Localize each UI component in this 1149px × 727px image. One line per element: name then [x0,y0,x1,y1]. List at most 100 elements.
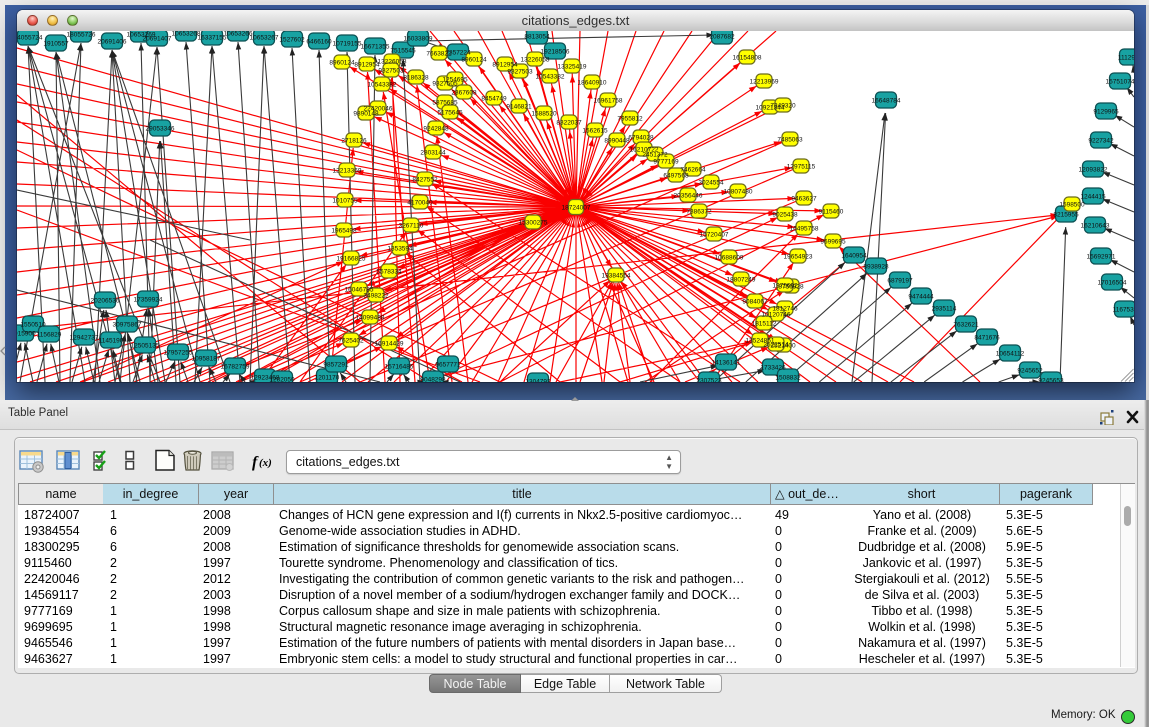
svg-text:8427552: 8427552 [412,177,438,184]
svg-text:1282050: 1282050 [269,377,295,383]
svg-text:16648784: 16648784 [872,98,901,105]
svg-text:18807249: 18807249 [727,277,756,284]
svg-text:1254695: 1254695 [442,77,468,84]
svg-text:1965498: 1965498 [331,228,357,235]
svg-text:1304792: 1304792 [525,379,551,383]
svg-text:9129965: 9129965 [1093,109,1119,116]
svg-text:16210643: 16210643 [1081,223,1110,230]
svg-text:1815112: 1815112 [752,321,777,328]
svg-text:1353594: 1353594 [387,246,413,253]
svg-text:f: f [252,454,259,471]
svg-text:1156829: 1156829 [37,332,62,339]
svg-text:16782759: 16782759 [221,364,250,371]
svg-text:1508832: 1508832 [775,375,801,382]
svg-text:13226058: 13226058 [521,57,550,64]
svg-text:7632621: 7632621 [953,322,979,329]
svg-text:6497568: 6497568 [663,173,689,180]
svg-text:10543382: 10543382 [368,82,397,89]
svg-text:10688609: 10688609 [715,255,744,262]
svg-text:8813054: 8813054 [524,34,550,41]
svg-text:4170040: 4170040 [407,200,433,207]
svg-text:8990448: 8990448 [604,138,630,145]
svg-text:13226058: 13226058 [378,59,407,66]
svg-text:8912954: 8912954 [492,62,518,69]
svg-text:18055726: 18055726 [67,32,96,39]
svg-text:6466160: 6466160 [306,39,332,46]
svg-text:9084067: 9084067 [742,299,768,306]
svg-text:1598500: 1598500 [1059,202,1085,209]
svg-text:20691407: 20691407 [143,36,172,43]
svg-text:8454749: 8454749 [481,96,507,103]
svg-text:3915900: 3915900 [17,331,36,338]
svg-text:1145190: 1145190 [99,338,124,345]
svg-text:2087682: 2087682 [709,34,735,41]
svg-text:6794028: 6794028 [628,135,654,142]
svg-text:8960124: 8960124 [461,57,487,64]
svg-text:9327503: 9327503 [378,68,404,75]
svg-text:30975867: 30975867 [113,322,142,329]
svg-text:19166825: 19166825 [337,256,366,263]
svg-text:9245653: 9245653 [1038,378,1064,383]
svg-text:1640954: 1640954 [841,253,867,260]
svg-text:9115460: 9115460 [819,209,844,216]
svg-text:10653266: 10653266 [224,31,253,38]
svg-text:7386372: 7386372 [686,209,712,216]
svg-text:16033809: 16033809 [404,36,433,43]
svg-text:9699695: 9699695 [820,239,846,246]
svg-text:2522514: 2522514 [763,342,789,349]
svg-text:9327503: 9327503 [507,69,533,76]
svg-text:12213969: 12213969 [750,79,779,86]
svg-text:10719155: 10719155 [333,41,362,48]
svg-text:7515545: 7515545 [390,48,416,55]
svg-text:2367608: 2367608 [451,90,477,97]
svg-text:9048298: 9048298 [420,377,446,383]
svg-text:19384554: 19384554 [602,273,631,280]
svg-text:16337155: 16337155 [198,35,227,42]
svg-text:18724007: 18724007 [562,205,591,212]
svg-text:14099488: 14099488 [356,315,385,322]
svg-text:1588520: 1588520 [531,111,557,118]
svg-text:18640910: 18640910 [578,80,607,87]
svg-text:3024554: 3024554 [698,180,724,187]
svg-text:1550510: 1550510 [20,322,46,329]
svg-text:15716485: 15716485 [385,364,414,371]
svg-text:17957255: 17957255 [164,350,193,357]
svg-text:7485063: 7485063 [777,137,803,144]
svg-text:15751074: 15751074 [1106,79,1134,86]
svg-text:2803144: 2803144 [420,150,446,157]
svg-text:3498222: 3498222 [363,293,389,300]
svg-text:1010755: 1010755 [332,198,358,205]
svg-text:1562615: 1562615 [582,128,608,135]
svg-text:9890148: 9890148 [353,111,379,118]
svg-text:17016504: 17016504 [1098,280,1127,287]
svg-text:2935114: 2935114 [932,306,957,313]
svg-text:9463627: 9463627 [791,196,817,203]
svg-text:7625402: 7625402 [338,338,364,345]
svg-text:19654923: 19654923 [784,254,813,261]
svg-text:3267110: 3267110 [399,223,424,230]
svg-text:12505135: 12505135 [131,343,160,350]
svg-text:9777169: 9777169 [653,159,679,166]
svg-text:7663822: 7663822 [426,51,452,58]
svg-text:1910557: 1910557 [43,41,69,48]
svg-text:5578334: 5578334 [376,269,402,276]
svg-text:9657771: 9657771 [435,362,461,369]
svg-text:17359924: 17359924 [134,297,163,304]
svg-text:8471676: 8471676 [974,335,1000,342]
svg-text:19218506: 19218506 [541,49,570,56]
svg-text:16914429: 16914429 [375,341,404,348]
svg-text:15300275: 15300275 [519,220,548,227]
svg-text:9242848: 9242848 [423,126,449,133]
svg-text:9025438: 9025438 [772,212,798,219]
svg-text:14055724: 14055724 [17,35,43,42]
svg-text:20356446: 20356446 [674,193,703,200]
svg-text:9146821: 9146821 [506,104,532,111]
svg-text:16495758: 16495758 [790,226,819,233]
svg-text:8938928: 8938928 [863,264,889,271]
svg-text:10120746: 10120746 [762,312,791,319]
svg-text:10807480: 10807480 [724,189,753,196]
svg-text:12213369: 12213369 [333,168,362,175]
svg-text:1527602: 1527602 [279,37,305,44]
svg-text:10653268: 10653268 [172,31,201,38]
svg-text:8960124: 8960124 [329,60,355,67]
